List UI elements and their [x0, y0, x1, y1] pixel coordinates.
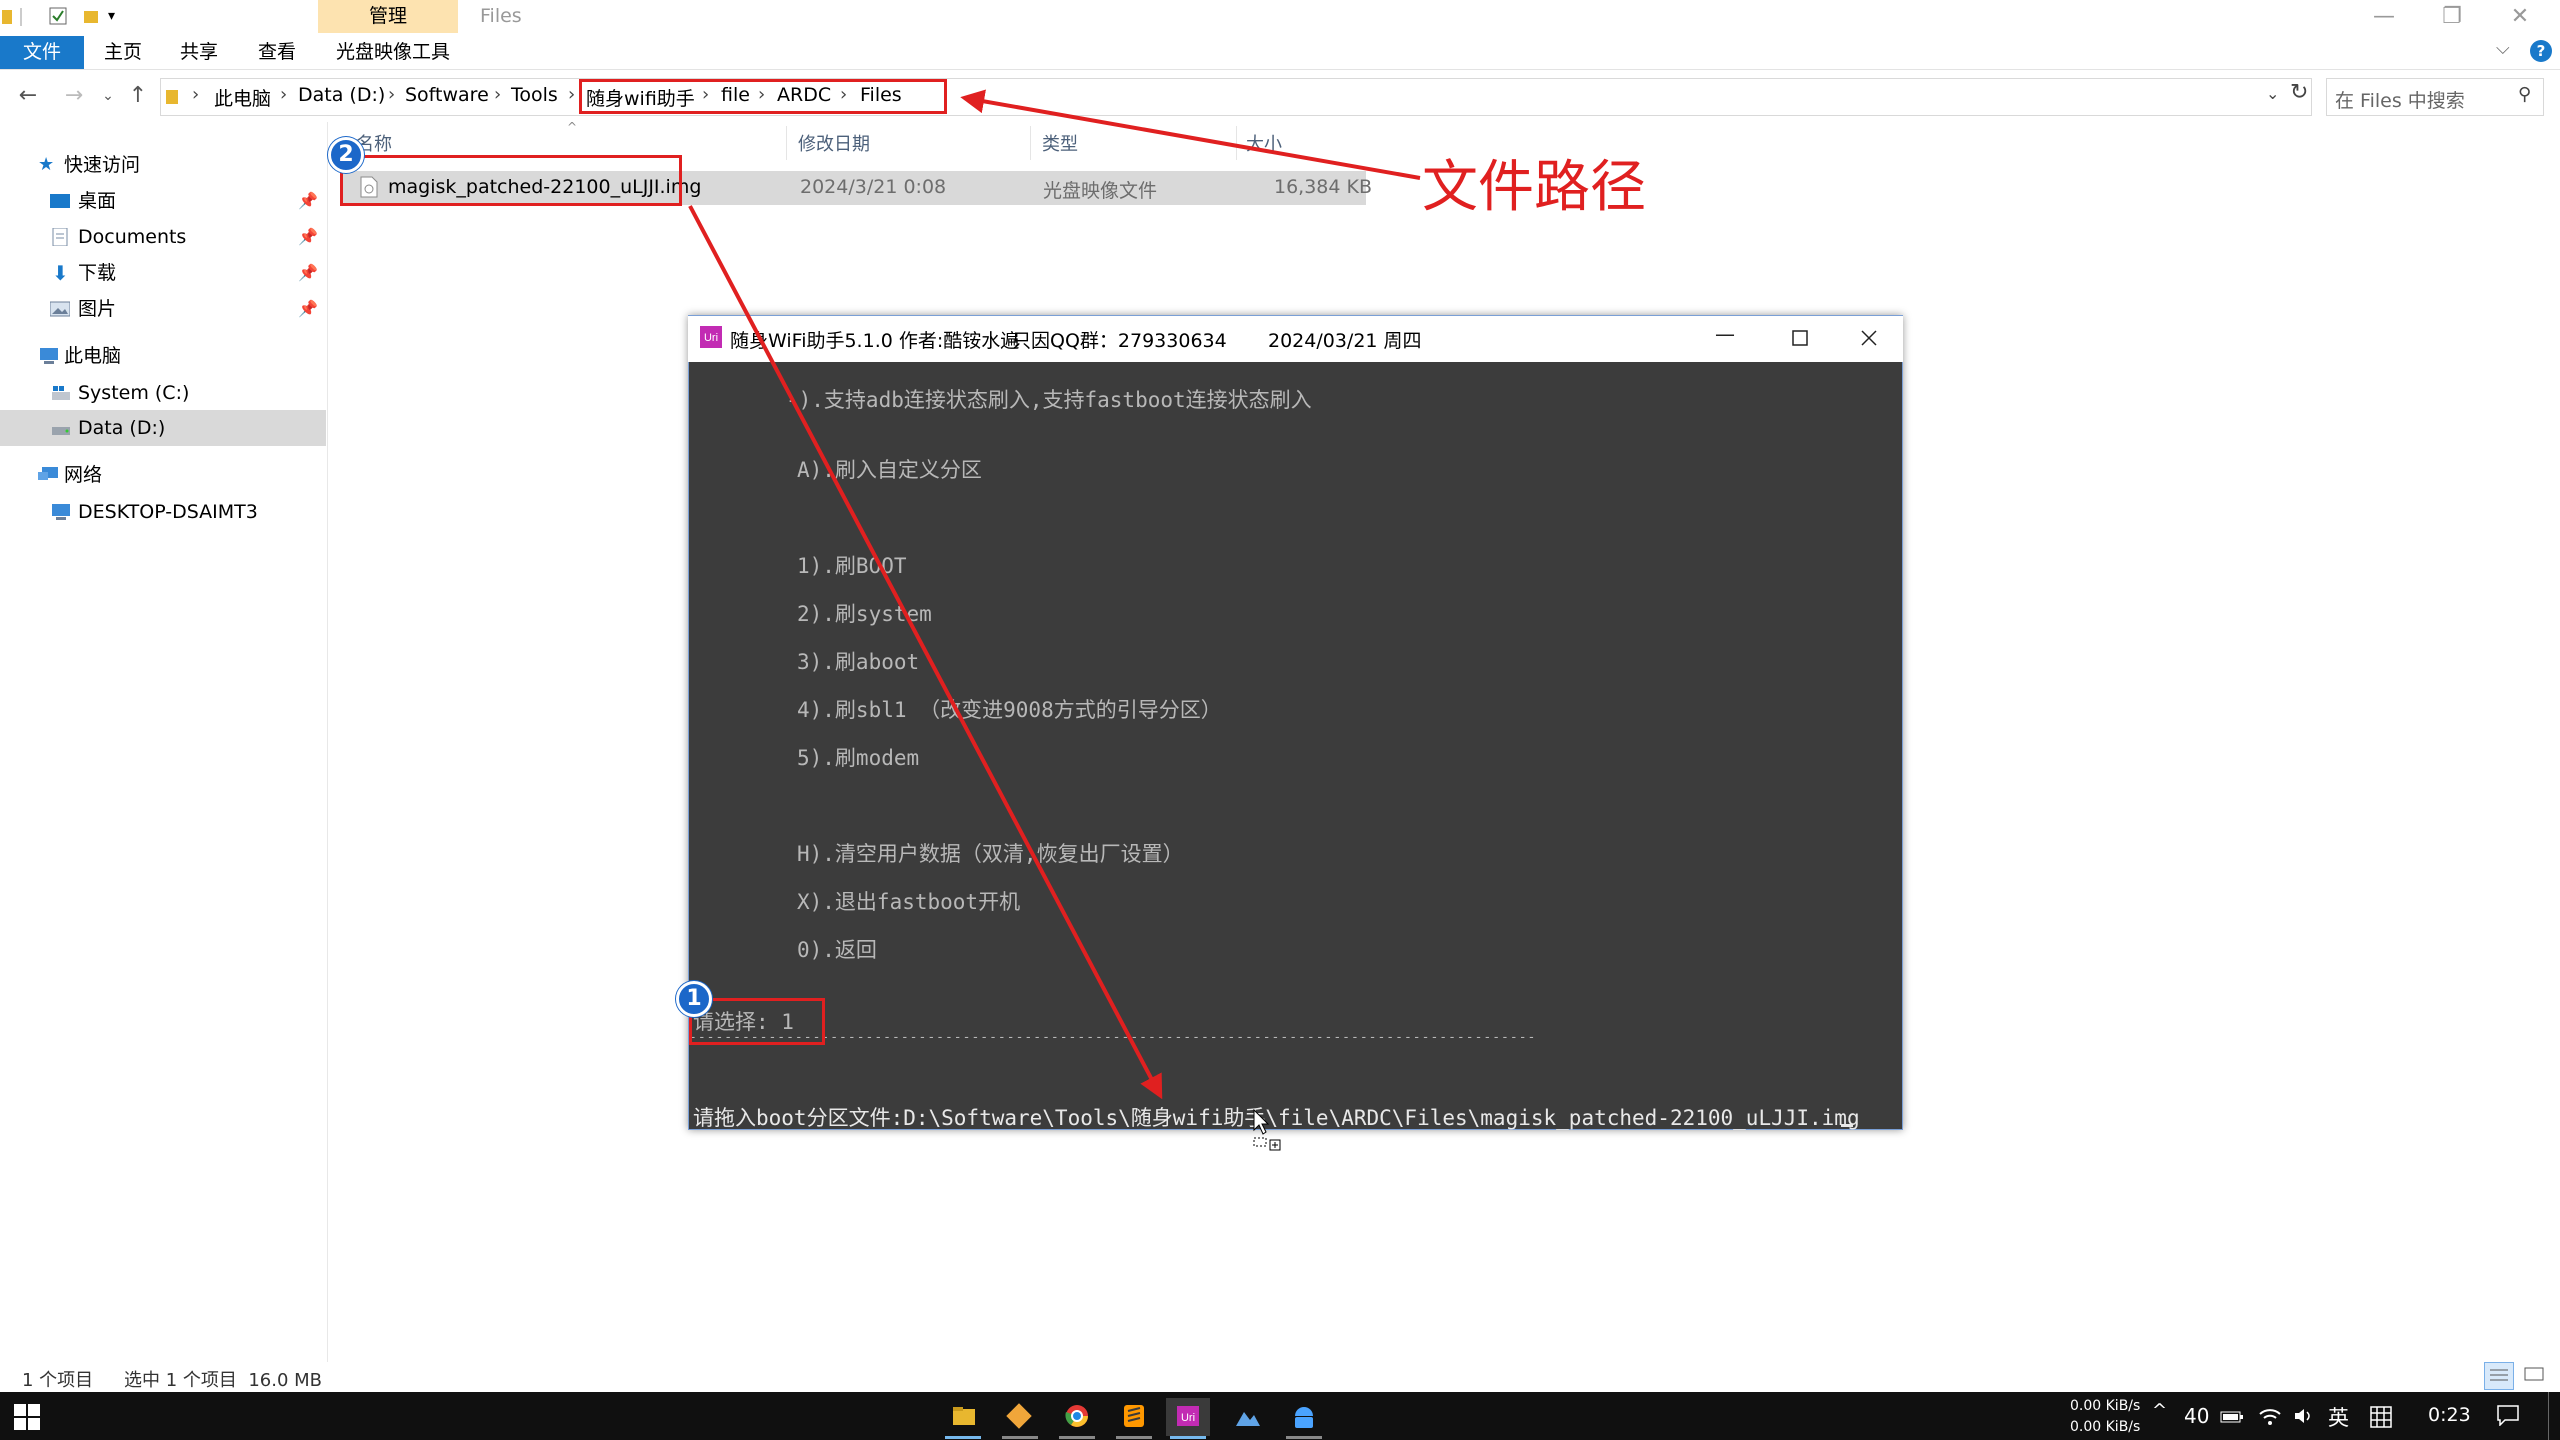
annotation-arrows — [688, 89, 1421, 1100]
arrow-to-console — [688, 205, 1163, 1100]
arrow-to-path — [960, 89, 1421, 180]
